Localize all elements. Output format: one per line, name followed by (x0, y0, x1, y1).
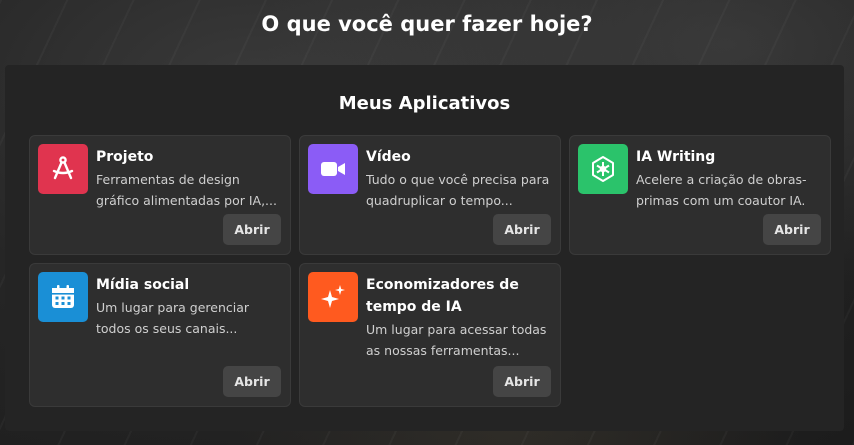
app-description: Ferramentas de design gráfico alimentada… (96, 172, 277, 208)
app-description: Um lugar para acessar todas as nossas fe… (366, 322, 547, 358)
app-card-ia-writing[interactable]: IA Writing Acelere a criação de obras-pr… (569, 135, 831, 255)
app-title: IA Writing (636, 149, 716, 165)
apps-panel: Meus Aplicativos Projeto Ferramentas de … (5, 65, 844, 431)
open-button[interactable]: Abrir (223, 214, 281, 245)
app-title: Vídeo (366, 149, 411, 165)
app-title: Projeto (96, 149, 154, 165)
app-title: Mídia social (96, 277, 190, 293)
app-card-economizadores[interactable]: Economizadores de tempo de IA Um lugar p… (299, 263, 561, 407)
open-button[interactable]: Abrir (493, 366, 551, 397)
video-camera-icon (308, 144, 358, 194)
open-button[interactable]: Abrir (493, 214, 551, 245)
app-card-video[interactable]: Vídeo Tudo o que você precisa para quadr… (299, 135, 561, 255)
open-button[interactable]: Abrir (763, 214, 821, 245)
app-description: Acelere a criação de obras-primas com um… (636, 172, 807, 208)
section-title: Meus Aplicativos (338, 93, 511, 114)
app-card-projeto[interactable]: Projeto Ferramentas de design gráfico al… (29, 135, 291, 255)
app-description: Um lugar para gerenciar todos os seus ca… (96, 300, 250, 336)
drafting-compass-icon (38, 144, 88, 194)
open-button[interactable]: Abrir (223, 366, 281, 397)
ai-writing-icon (578, 144, 628, 194)
page-title: O que você quer fazer hoje? (261, 12, 593, 36)
sparkles-icon (308, 272, 358, 322)
calendar-icon (38, 272, 88, 322)
app-description: Tudo o que você precisa para quadruplica… (366, 172, 550, 208)
app-title: Economizadores de tempo de IA (366, 277, 519, 315)
app-card-midia-social[interactable]: Mídia social Um lugar para gerenciar tod… (29, 263, 291, 407)
